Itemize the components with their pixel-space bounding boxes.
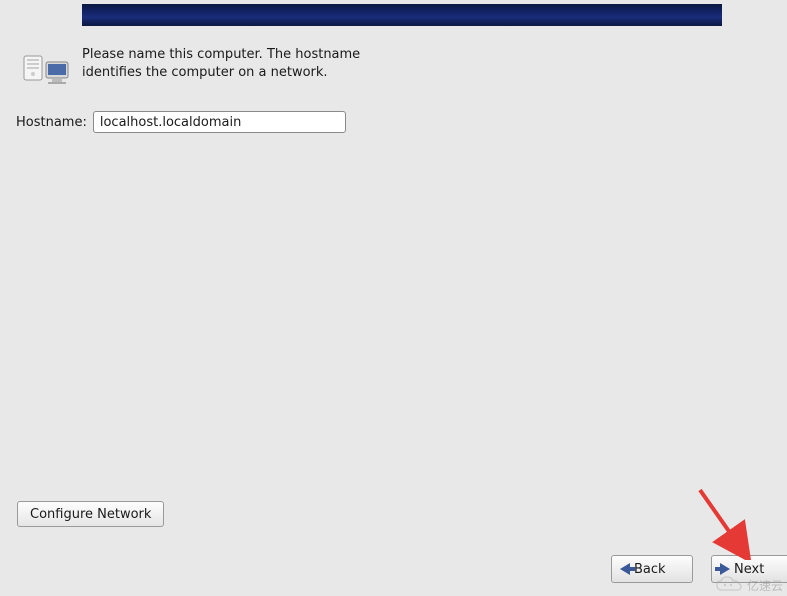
info-section: Please name this computer. The hostname … bbox=[22, 46, 362, 92]
navigation-buttons: Back Next bbox=[611, 555, 787, 583]
header-banner bbox=[82, 4, 722, 26]
back-button[interactable]: Back bbox=[611, 555, 693, 583]
hostname-field-row: Hostname: bbox=[16, 111, 346, 133]
configure-network-button[interactable]: Configure Network bbox=[17, 501, 164, 527]
next-button-label: Next bbox=[734, 562, 764, 577]
arrow-left-icon bbox=[620, 563, 630, 575]
computer-network-icon bbox=[22, 52, 70, 92]
hostname-label: Hostname: bbox=[16, 115, 87, 130]
back-button-label: Back bbox=[634, 562, 666, 577]
hostname-description: Please name this computer. The hostname … bbox=[82, 46, 362, 81]
annotation-arrow-icon bbox=[692, 485, 752, 560]
arrow-right-icon bbox=[720, 563, 730, 575]
hostname-input[interactable] bbox=[93, 111, 346, 133]
next-button[interactable]: Next bbox=[711, 555, 787, 583]
